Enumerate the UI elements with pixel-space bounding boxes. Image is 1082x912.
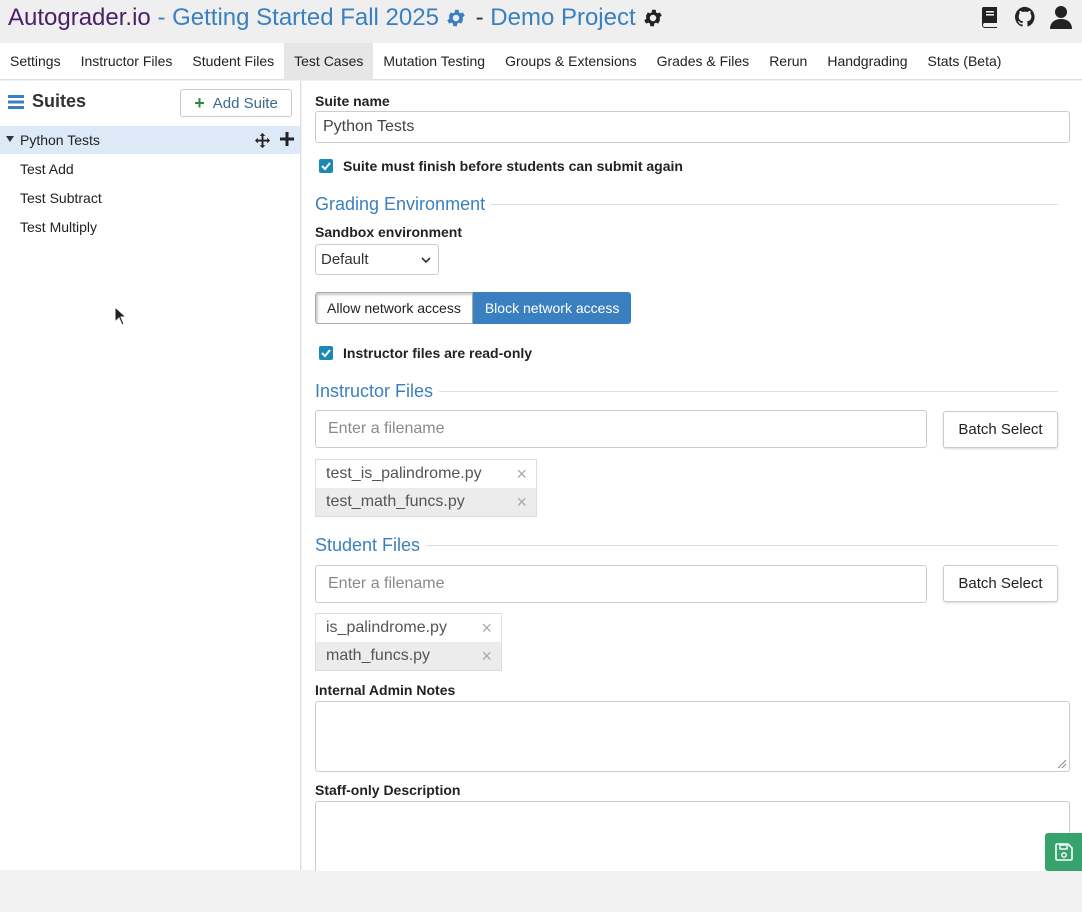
student-file-list: is_palindrome.py × math_funcs.py ×: [315, 613, 502, 671]
suite-name-input[interactable]: Python Tests: [315, 111, 1070, 143]
file-name: test_is_palindrome.py: [326, 465, 482, 482]
remove-icon[interactable]: ×: [481, 614, 492, 642]
file-name: test_math_funcs.py: [326, 493, 465, 510]
save-icon: [1054, 843, 1073, 861]
student-batch-select-button[interactable]: Batch Select: [943, 565, 1058, 602]
save-button[interactable]: [1045, 833, 1082, 871]
section-divider: [426, 545, 1058, 546]
tab-test-cases[interactable]: Test Cases: [284, 43, 374, 80]
checkbox-checked-icon[interactable]: [319, 346, 333, 360]
suite-name: Python Tests: [20, 132, 100, 148]
suite-item-python-tests[interactable]: Python Tests: [0, 126, 300, 154]
remove-icon[interactable]: ×: [516, 460, 527, 488]
readonly-label: Instructor files are read-only: [343, 345, 533, 361]
tab-rerun[interactable]: Rerun: [759, 43, 817, 80]
block-network-button[interactable]: Block network access: [472, 292, 632, 324]
move-icon[interactable]: [255, 133, 270, 148]
tab-groups-extensions[interactable]: Groups & Extensions: [495, 43, 647, 80]
project-gear-icon[interactable]: [642, 7, 664, 29]
file-name: is_palindrome.py: [326, 619, 447, 636]
file-item: test_math_funcs.py ×: [316, 488, 536, 516]
staff-description-textarea[interactable]: [315, 801, 1070, 873]
caret-down-icon[interactable]: [6, 136, 14, 142]
file-item: test_is_palindrome.py ×: [316, 460, 536, 488]
mouse-cursor-icon: [114, 306, 126, 326]
sandbox-label: Sandbox environment: [315, 224, 463, 240]
add-suite-button[interactable]: + Add Suite: [180, 89, 292, 117]
tab-settings[interactable]: Settings: [0, 43, 71, 80]
suite-name-label: Suite name: [315, 93, 390, 109]
checkbox-checked-icon[interactable]: [319, 159, 333, 173]
course-name: Getting Started Fall 2025: [172, 4, 439, 31]
plus-icon: +: [194, 92, 205, 113]
menu-icon[interactable]: [8, 94, 24, 110]
title-separator: -: [150, 4, 173, 31]
resize-handle-icon[interactable]: [1057, 759, 1067, 769]
admin-notes-label: Internal Admin Notes: [315, 682, 456, 698]
footer: [0, 871, 1082, 912]
instructor-file-input[interactable]: Enter a filename: [315, 410, 927, 448]
network-toggle: Allow network access Block network acces…: [315, 292, 632, 324]
must-finish-checkbox-row[interactable]: Suite must finish before students can su…: [319, 158, 683, 174]
tab-student-files[interactable]: Student Files: [182, 43, 284, 80]
admin-notes-textarea[interactable]: [315, 701, 1070, 772]
tab-handgrading[interactable]: Handgrading: [817, 43, 917, 80]
course-link[interactable]: - Getting Started Fall 2025: [151, 4, 439, 32]
project-name[interactable]: Demo Project: [490, 4, 635, 32]
readonly-checkbox-row[interactable]: Instructor files are read-only: [319, 345, 532, 361]
tab-mutation-testing[interactable]: Mutation Testing: [373, 43, 495, 80]
github-icon[interactable]: [1014, 6, 1036, 28]
must-finish-label: Suite must finish before students can su…: [343, 158, 683, 174]
add-suite-label: Add Suite: [212, 94, 278, 112]
tab-stats[interactable]: Stats (Beta): [918, 43, 1012, 80]
section-divider: [491, 204, 1058, 205]
book-icon[interactable]: [980, 6, 1000, 28]
file-name: math_funcs.py: [326, 647, 431, 664]
page-title: Autograder.io - Getting Started Fall 202…: [8, 4, 666, 32]
student-files-section: Student Files: [315, 535, 1058, 556]
section-title: Student Files: [315, 535, 421, 555]
test-case-item[interactable]: Test Add: [20, 161, 74, 177]
course-gear-icon[interactable]: [445, 7, 467, 29]
brand-link[interactable]: Autograder.io: [8, 4, 151, 32]
remove-icon[interactable]: ×: [481, 642, 492, 670]
suite-settings-panel: Suite name Python Tests Suite must finis…: [302, 81, 1082, 873]
title-separator: -: [468, 4, 491, 31]
suites-sidebar: Suites + Add Suite Python Tests Test Add…: [0, 81, 301, 870]
allow-network-button[interactable]: Allow network access: [315, 292, 473, 324]
sidebar-title: Suites: [32, 91, 87, 111]
add-test-case-icon[interactable]: [280, 132, 294, 146]
project-tabs: Settings Instructor Files Student Files …: [0, 43, 1082, 80]
user-icon[interactable]: [1050, 5, 1072, 29]
sandbox-select[interactable]: Default: [315, 244, 439, 275]
grading-environment-section: Grading Environment: [315, 194, 1058, 215]
section-title: Grading Environment: [315, 194, 486, 214]
instructor-batch-select-button[interactable]: Batch Select: [943, 411, 1058, 448]
staff-description-label: Staff-only Description: [315, 782, 461, 798]
instructor-files-section: Instructor Files: [315, 381, 1058, 402]
chevron-down-icon: [421, 256, 431, 264]
file-item: math_funcs.py ×: [316, 642, 501, 670]
top-bar: Autograder.io - Getting Started Fall 202…: [0, 0, 1082, 43]
student-file-input[interactable]: Enter a filename: [315, 565, 927, 603]
test-case-item[interactable]: Test Subtract: [20, 190, 102, 206]
test-case-item[interactable]: Test Multiply: [20, 219, 97, 235]
remove-icon[interactable]: ×: [516, 488, 527, 516]
tab-grades-files[interactable]: Grades & Files: [647, 43, 760, 80]
tab-instructor-files[interactable]: Instructor Files: [71, 43, 183, 80]
file-item: is_palindrome.py ×: [316, 614, 501, 642]
section-divider: [439, 391, 1058, 392]
section-title: Instructor Files: [315, 381, 434, 401]
sandbox-value: Default: [321, 251, 369, 268]
instructor-file-list: test_is_palindrome.py × test_math_funcs.…: [315, 459, 537, 517]
